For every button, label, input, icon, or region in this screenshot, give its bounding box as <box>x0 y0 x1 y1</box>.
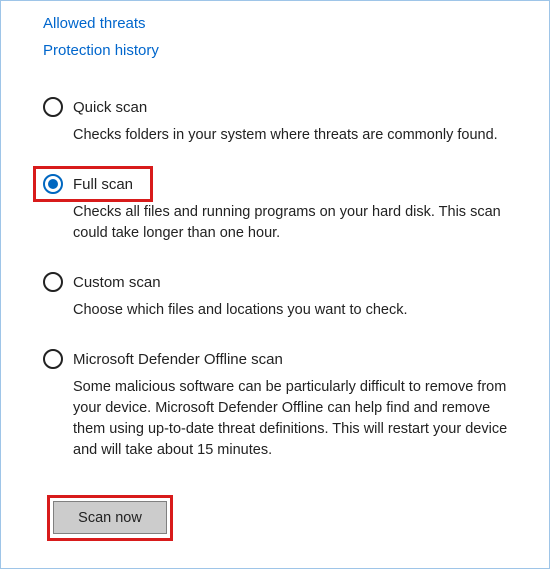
option-description: Choose which files and locations you wan… <box>73 300 517 321</box>
option-header: Full scan <box>43 174 517 194</box>
option-label: Custom scan <box>73 274 161 291</box>
allowed-threats-link[interactable]: Allowed threats <box>43 15 517 32</box>
radio-full-scan[interactable] <box>43 174 63 194</box>
option-offline-scan: Microsoft Defender Offline scan Some mal… <box>43 349 517 461</box>
option-label: Microsoft Defender Offline scan <box>73 351 283 368</box>
option-description: Checks folders in your system where thre… <box>73 125 517 146</box>
scan-button-container: Scan now <box>53 501 167 534</box>
option-full-scan: Full scan Checks all files and running p… <box>43 174 517 244</box>
radio-offline-scan[interactable] <box>43 349 63 369</box>
option-description: Checks all files and running programs on… <box>73 202 517 244</box>
option-label: Full scan <box>73 176 133 193</box>
option-header: Custom scan <box>43 272 517 292</box>
option-custom-scan: Custom scan Choose which files and locat… <box>43 272 517 321</box>
option-quick-scan: Quick scan Checks folders in your system… <box>43 97 517 146</box>
option-header: Microsoft Defender Offline scan <box>43 349 517 369</box>
scan-options-panel: Allowed threats Protection history Quick… <box>0 0 550 569</box>
links-section: Allowed threats Protection history <box>43 15 517 59</box>
option-description: Some malicious software can be particula… <box>73 377 517 461</box>
radio-quick-scan[interactable] <box>43 97 63 117</box>
scan-now-button[interactable]: Scan now <box>53 501 167 534</box>
option-header: Quick scan <box>43 97 517 117</box>
radio-custom-scan[interactable] <box>43 272 63 292</box>
option-label: Quick scan <box>73 99 147 116</box>
protection-history-link[interactable]: Protection history <box>43 42 517 59</box>
